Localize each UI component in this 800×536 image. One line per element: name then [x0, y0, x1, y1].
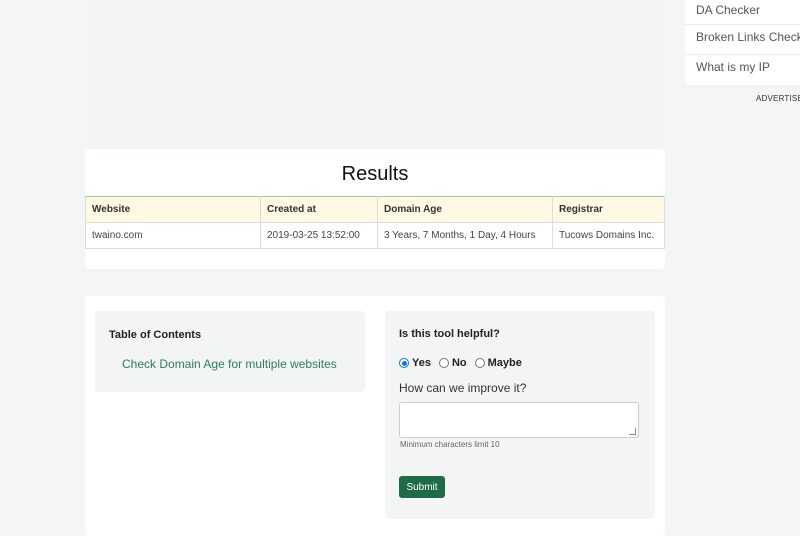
- feedback-question: Is this tool helpful?: [399, 328, 500, 340]
- results-card: Results Website Created at Domain Age Re…: [85, 149, 665, 269]
- cell-registrar: Tucows Domains Inc.: [552, 222, 665, 249]
- results-table: Website Created at Domain Age Registrar …: [85, 196, 665, 249]
- toc-title: Table of Contents: [109, 329, 202, 341]
- column-header-registrar: Registrar: [552, 196, 665, 223]
- sidebar-item-what-is-my-ip[interactable]: What is my IP: [685, 55, 800, 84]
- column-header-created-at: Created at: [260, 196, 378, 223]
- cell-created-at: 2019-03-25 13:52:00: [260, 222, 378, 249]
- improve-label: How can we improve it?: [399, 381, 527, 395]
- radio-option-yes[interactable]: Yes: [399, 357, 431, 369]
- radio-option-maybe[interactable]: Maybe: [474, 357, 522, 369]
- cell-domain-age: 3 Years, 7 Months, 1 Day, 4 Hours: [377, 222, 553, 249]
- ad-placeholder-area: [85, 0, 665, 148]
- improve-textarea[interactable]: [399, 402, 639, 438]
- radio-maybe[interactable]: [474, 358, 485, 368]
- feedback-panel: Is this tool helpful? Yes No Maybe How c…: [385, 311, 655, 519]
- table-of-contents: Table of Contents Check Domain Age for m…: [95, 311, 365, 392]
- radio-label-maybe: Maybe: [487, 357, 522, 369]
- radio-yes[interactable]: [399, 358, 409, 368]
- feedback-radio-group: Yes No Maybe: [399, 357, 530, 369]
- radio-label-no: No: [451, 357, 467, 369]
- table-row: twaino.com 2019-03-25 13:52:00 3 Years, …: [85, 222, 665, 249]
- sidebar-item-broken-links-checker[interactable]: Broken Links Checker: [685, 25, 800, 55]
- sidebar-item-da-checker[interactable]: DA Checker: [685, 0, 800, 25]
- sidebar-tools-menu: DA Checker Broken Links Checker What is …: [685, 0, 800, 85]
- min-characters-hint: Minimum characters limit 10: [400, 440, 500, 449]
- table-header-row: Website Created at Domain Age Registrar: [85, 196, 665, 223]
- advertisement-label: ADVERTISEMENT: [756, 94, 800, 103]
- submit-button[interactable]: Submit: [399, 476, 445, 498]
- cell-website: twaino.com: [85, 222, 261, 249]
- radio-no[interactable]: [438, 358, 449, 368]
- radio-option-no[interactable]: No: [438, 357, 467, 369]
- results-title: Results: [341, 163, 409, 185]
- column-header-website: Website: [85, 196, 261, 223]
- toc-link-check-domain-age[interactable]: Check Domain Age for multiple websites: [122, 357, 337, 371]
- info-card: Table of Contents Check Domain Age for m…: [85, 296, 665, 536]
- column-header-domain-age: Domain Age: [377, 196, 553, 223]
- resize-handle-icon[interactable]: [629, 428, 636, 435]
- radio-label-yes: Yes: [412, 357, 431, 369]
